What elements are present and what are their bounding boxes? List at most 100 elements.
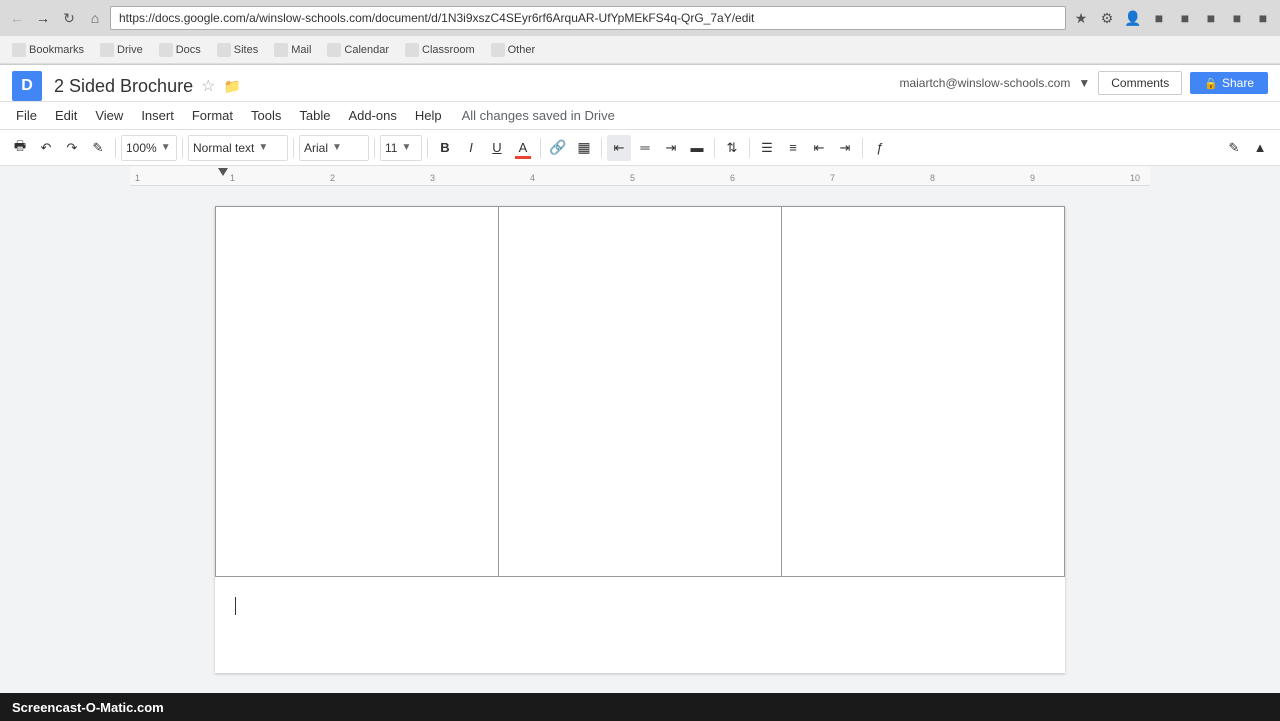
align-center-button[interactable]: ═	[633, 135, 657, 161]
size-select[interactable]: 11 ▼	[380, 135, 422, 161]
wrench-icon[interactable]: ⚙	[1096, 7, 1118, 29]
ext1-icon[interactable]: ■	[1148, 7, 1170, 29]
screencast-bar: Screencast-O-Matic.com	[0, 693, 1280, 721]
ruler-tick-5: 5	[630, 173, 635, 183]
toolbar: 🖶 ↶ ↷ ✎ 100% ▼ Normal text ▼ Arial ▼ 11 …	[0, 130, 1280, 166]
align-right-button[interactable]: ⇥	[659, 135, 683, 161]
page-area[interactable]	[130, 186, 1150, 693]
address-bar[interactable]: https://docs.google.com/a/winslow-school…	[110, 6, 1066, 30]
ext5-icon[interactable]: ■	[1252, 7, 1274, 29]
size-arrow: ▼	[401, 142, 411, 153]
align-left-button[interactable]: ⇤	[607, 135, 631, 161]
share-label: Share	[1222, 76, 1254, 90]
table-cell-1-1[interactable]	[216, 207, 499, 577]
gdocs-logo: D	[12, 71, 42, 101]
back-button[interactable]: ←	[6, 7, 28, 29]
link-button[interactable]: 🔗	[546, 135, 570, 161]
bookmark-5[interactable]: Mail	[268, 41, 317, 59]
bullet-list-button[interactable]: ≡	[781, 135, 805, 161]
menu-help[interactable]: Help	[407, 104, 450, 127]
browser-toolbar: ← → ↻ ⌂ https://docs.google.com/a/winslo…	[0, 0, 1280, 36]
menu-bar: File Edit View Insert Format Tools Table…	[0, 102, 1280, 130]
text-color-letter: A	[519, 140, 528, 155]
star-icon[interactable]: ☆	[201, 76, 215, 96]
print-button[interactable]: 🖶	[8, 135, 32, 161]
screencast-text: Screencast-O-Matic.com	[12, 700, 164, 715]
ruler-tick-9: 9	[1030, 173, 1035, 183]
bookmark-star-icon[interactable]: ★	[1070, 7, 1092, 29]
text-color-button[interactable]: A	[511, 135, 535, 161]
ext2-icon[interactable]: ■	[1174, 7, 1196, 29]
bookmark-4[interactable]: Sites	[211, 41, 264, 59]
lock-icon: 🔒	[1204, 77, 1218, 90]
ext3-icon[interactable]: ■	[1200, 7, 1222, 29]
menu-table[interactable]: Table	[291, 104, 338, 127]
bookmark-8[interactable]: Other	[485, 41, 542, 59]
sep9	[749, 138, 750, 158]
comments-button[interactable]: Comments	[1098, 71, 1182, 95]
folder-icon[interactable]: 📁	[223, 78, 240, 95]
edit-mode-button[interactable]: ✎	[1222, 135, 1246, 161]
bookmark-3[interactable]: Docs	[153, 41, 207, 59]
gdocs-container: D 2 Sided Brochure ☆ 📁 maiartch@winslow-…	[0, 65, 1280, 693]
menu-edit[interactable]: Edit	[47, 104, 85, 127]
justify-button[interactable]: ▬	[685, 135, 709, 161]
ruler-tick-3: 3	[430, 173, 435, 183]
ext4-icon[interactable]: ■	[1226, 7, 1248, 29]
line-spacing-button[interactable]: ⇅	[720, 135, 744, 161]
ruler-ticks: 1 1 2 3 4 5 6 7 8 9 10	[130, 166, 1150, 185]
forward-button[interactable]: →	[32, 7, 54, 29]
bold-button[interactable]: B	[433, 135, 457, 161]
style-select[interactable]: Normal text ▼	[188, 135, 288, 161]
table-cell-1-3[interactable]	[782, 207, 1065, 577]
cursor-area[interactable]	[215, 577, 1065, 615]
sep6	[540, 138, 541, 158]
person-icon[interactable]: 👤	[1122, 7, 1144, 29]
bookmark-1[interactable]: Bookmarks	[6, 41, 90, 59]
menu-addons[interactable]: Add-ons	[340, 104, 404, 127]
menu-format[interactable]: Format	[184, 104, 241, 127]
title-bar: D 2 Sided Brochure ☆ 📁 maiartch@winslow-…	[0, 65, 1280, 102]
text-color-indicator	[515, 156, 531, 159]
decrease-indent-button[interactable]: ⇤	[807, 135, 831, 161]
sep5	[427, 138, 428, 158]
share-button[interactable]: 🔒 Share	[1190, 72, 1268, 94]
image-button[interactable]: ▦	[572, 135, 596, 161]
ruler-tick-8: 8	[930, 173, 935, 183]
paint-format-button[interactable]: ✎	[86, 135, 110, 161]
menu-view[interactable]: View	[87, 104, 131, 127]
home-button[interactable]: ⌂	[84, 7, 106, 29]
url-text: https://docs.google.com/a/winslow-school…	[119, 11, 754, 25]
sep1	[115, 138, 116, 158]
left-sidebar	[0, 166, 130, 693]
table-cell-1-2[interactable]	[499, 207, 782, 577]
numbered-list-button[interactable]: ☰	[755, 135, 779, 161]
bookmark-2[interactable]: Drive	[94, 41, 149, 59]
expand-button[interactable]: ▲	[1248, 135, 1272, 161]
redo-button[interactable]: ↷	[60, 135, 84, 161]
reload-button[interactable]: ↻	[58, 7, 80, 29]
bookmark-6[interactable]: Calendar	[321, 41, 395, 59]
document-page[interactable]	[215, 206, 1065, 673]
user-email[interactable]: maiartch@winslow-schools.com	[899, 76, 1070, 90]
undo-button[interactable]: ↶	[34, 135, 58, 161]
zoom-arrow: ▼	[161, 142, 171, 153]
increase-indent-button[interactable]: ⇥	[833, 135, 857, 161]
underline-button[interactable]: U	[485, 135, 509, 161]
right-sidebar	[1150, 166, 1280, 693]
ruler-content: 1 1 2 3 4 5 6 7 8 9 10	[130, 166, 1150, 185]
menu-tools[interactable]: Tools	[243, 104, 289, 127]
style-arrow: ▼	[258, 142, 268, 153]
zoom-select[interactable]: 100% ▼	[121, 135, 177, 161]
sep4	[374, 138, 375, 158]
italic-button[interactable]: I	[459, 135, 483, 161]
bookmark-7[interactable]: Classroom	[399, 41, 481, 59]
ruler-tick-10: 10	[1130, 173, 1140, 183]
formula-button[interactable]: ƒ	[868, 135, 892, 161]
doc-title[interactable]: 2 Sided Brochure	[54, 76, 193, 97]
email-dropdown-arrow[interactable]: ▼	[1078, 76, 1090, 90]
font-select[interactable]: Arial ▼	[299, 135, 369, 161]
menu-insert[interactable]: Insert	[133, 104, 182, 127]
menu-file[interactable]: File	[8, 104, 45, 127]
ruler-tick-1: 1	[230, 173, 235, 183]
